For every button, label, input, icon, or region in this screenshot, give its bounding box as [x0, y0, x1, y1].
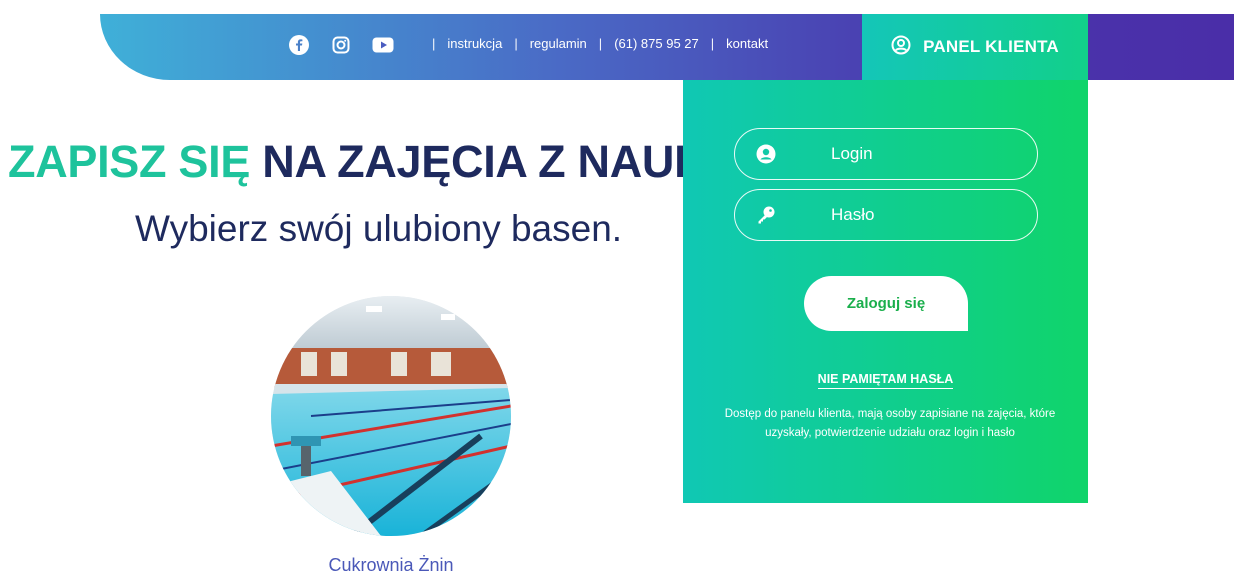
top-links: | instrukcja | regulamin | (61) 875 95 2… [420, 36, 768, 51]
separator: | [598, 36, 603, 51]
page-subheadline: Wybierz swój ulubiony basen. [135, 208, 623, 249]
separator: | [710, 36, 715, 51]
link-kontakt[interactable]: kontakt [726, 36, 768, 51]
login-button[interactable]: Zaloguj się [804, 276, 968, 331]
forgot-password-link[interactable]: NIE PAMIĘTAM HASŁA [817, 372, 954, 389]
social-links [288, 34, 394, 56]
facebook-icon[interactable] [288, 34, 310, 56]
link-regulamin[interactable]: regulamin [530, 36, 587, 51]
separator: | [432, 36, 436, 51]
user-icon [755, 143, 777, 165]
login-field [734, 128, 1038, 180]
page-headline: ZAPISZ SIĘ NA ZAJĘCIA Z NAUKI PŁYWANIA [8, 136, 683, 188]
panel-klienta-tab[interactable]: PANEL KLIENTA [862, 14, 1088, 80]
panel-klienta-label: PANEL KLIENTA [923, 37, 1059, 56]
link-instrukcja[interactable]: instrukcja [447, 36, 502, 51]
forgot-password: NIE PAMIĘTAM HASŁA [683, 372, 1088, 389]
login-input[interactable] [831, 141, 1021, 167]
separator: | [514, 36, 518, 51]
headline-accent: ZAPISZ SIĘ [8, 136, 251, 187]
pool-image-cukrownia[interactable] [271, 296, 511, 536]
instagram-icon[interactable] [330, 34, 352, 56]
headline-rest: NA ZAJĘCIA Z NAUKI PŁYWANIA [262, 136, 683, 187]
key-icon [755, 204, 777, 226]
password-input[interactable] [831, 202, 1021, 228]
youtube-icon[interactable] [372, 34, 394, 56]
user-circle-icon [891, 35, 911, 60]
phone-number[interactable]: (61) 875 95 27 [614, 36, 699, 51]
pool-caption[interactable]: Cukrownia Żnin [271, 555, 511, 574]
panel-info-text: Dostęp do panelu klienta, mają osoby zap… [724, 408, 1056, 439]
password-field [734, 189, 1038, 241]
pool-photo [271, 296, 511, 536]
